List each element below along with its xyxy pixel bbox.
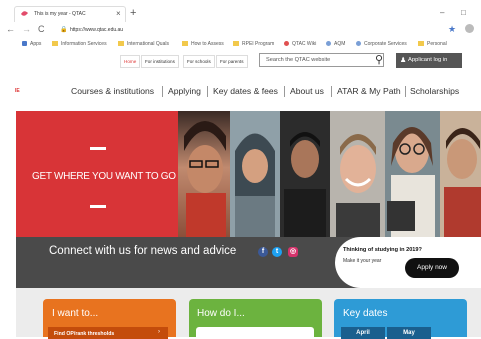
qtac-logo[interactable]: IE <box>15 88 20 94</box>
folder-icon <box>418 41 424 47</box>
new-tab-icon[interactable]: + <box>130 7 136 19</box>
card-title: How do I... <box>197 308 245 319</box>
hero-photo <box>385 111 440 237</box>
util-link-home[interactable]: Home <box>120 55 141 68</box>
tab-close-icon[interactable]: × <box>116 9 121 18</box>
instagram-icon[interactable]: ◎ <box>288 247 298 257</box>
nav-scholarships[interactable]: Scholarships <box>410 86 459 96</box>
util-link-schools[interactable]: For schools <box>183 55 215 68</box>
hero-photo <box>440 111 481 237</box>
study-subtext: Make it your year <box>343 258 382 264</box>
search-input[interactable]: Search the QTAC website <box>259 53 384 67</box>
hero-photo <box>230 111 280 237</box>
card-title: Key dates <box>343 308 388 319</box>
nav-divider <box>284 86 285 97</box>
connect-heading: Connect with us for news and advice <box>49 245 237 257</box>
lock-icon: 🔒 <box>60 27 68 33</box>
chevron-right-icon: › <box>158 329 160 335</box>
s-icon <box>356 41 361 47</box>
search-icon[interactable]: ⚲ <box>375 53 383 66</box>
reload-icon[interactable]: C <box>38 24 45 34</box>
util-link-parents[interactable]: For parents <box>216 55 248 68</box>
qtac-favicon-icon <box>21 11 28 16</box>
hero-headline: GET WHERE YOU WANT TO GO <box>32 171 176 182</box>
hero-dash <box>90 147 106 150</box>
card-title: I want to... <box>52 308 99 319</box>
bookmark-item[interactable]: Information Services <box>52 41 107 47</box>
folder-icon <box>182 41 188 47</box>
twitter-icon[interactable]: t <box>272 247 282 257</box>
nav-about[interactable]: About us <box>290 86 324 96</box>
link-label: Find OP/rank thresholds <box>54 331 115 337</box>
url-field[interactable]: https://www.qtac.edu.au <box>70 27 123 33</box>
hero-photo <box>280 111 330 237</box>
tab-title: This is my year - QTAC <box>34 11 86 17</box>
hero-photo <box>178 111 230 237</box>
bookmark-item[interactable]: QTAC Wiki <box>284 41 316 47</box>
nav-atar[interactable]: ATAR & My Path <box>337 86 401 96</box>
bookmark-item[interactable]: AQM <box>326 41 345 47</box>
back-icon[interactable]: ← <box>6 24 15 34</box>
s-icon <box>326 41 331 47</box>
hero-photo <box>330 111 385 237</box>
profile-icon[interactable] <box>465 24 474 33</box>
nav-divider <box>207 86 208 97</box>
nav-divider <box>331 86 332 97</box>
apply-now-button[interactable]: Apply now <box>405 258 459 278</box>
month-tab-may[interactable]: May <box>387 327 431 339</box>
facebook-icon[interactable]: f <box>258 247 268 257</box>
bookmark-item[interactable]: How to Assess <box>182 41 224 47</box>
folder-icon <box>118 41 124 47</box>
month-tab-april[interactable]: April <box>341 327 385 339</box>
bookmark-star-icon[interactable]: ★ <box>448 24 456 35</box>
study-question: Thinking of studying in 2019? <box>343 247 422 253</box>
user-icon: ♟ <box>400 57 407 64</box>
bookmark-item[interactable]: International Quals <box>118 41 169 47</box>
nav-divider <box>162 86 163 97</box>
bookmark-item[interactable]: Apps <box>22 41 41 47</box>
folder-icon <box>233 41 239 47</box>
minimize-icon[interactable]: – <box>440 8 444 17</box>
forward-icon[interactable]: → <box>22 24 31 34</box>
how-do-i-dropdown[interactable] <box>196 327 314 339</box>
nav-courses[interactable]: Courses & institutions <box>71 86 154 96</box>
bookmark-item[interactable]: RPEI Program <box>233 41 274 47</box>
hero-dash <box>90 205 106 208</box>
util-link-institutions[interactable]: For institutions <box>141 55 179 68</box>
wiki-icon <box>284 41 289 47</box>
maximize-icon[interactable]: □ <box>461 8 466 17</box>
nav-divider <box>405 86 406 97</box>
folder-icon <box>52 41 58 47</box>
nav-applying[interactable]: Applying <box>168 86 201 96</box>
bookmark-item[interactable]: Corporate Services <box>356 41 407 47</box>
bookmark-item[interactable]: Personal <box>418 41 447 47</box>
apps-icon <box>22 41 27 47</box>
nav-key-dates[interactable]: Key dates & fees <box>213 86 278 96</box>
